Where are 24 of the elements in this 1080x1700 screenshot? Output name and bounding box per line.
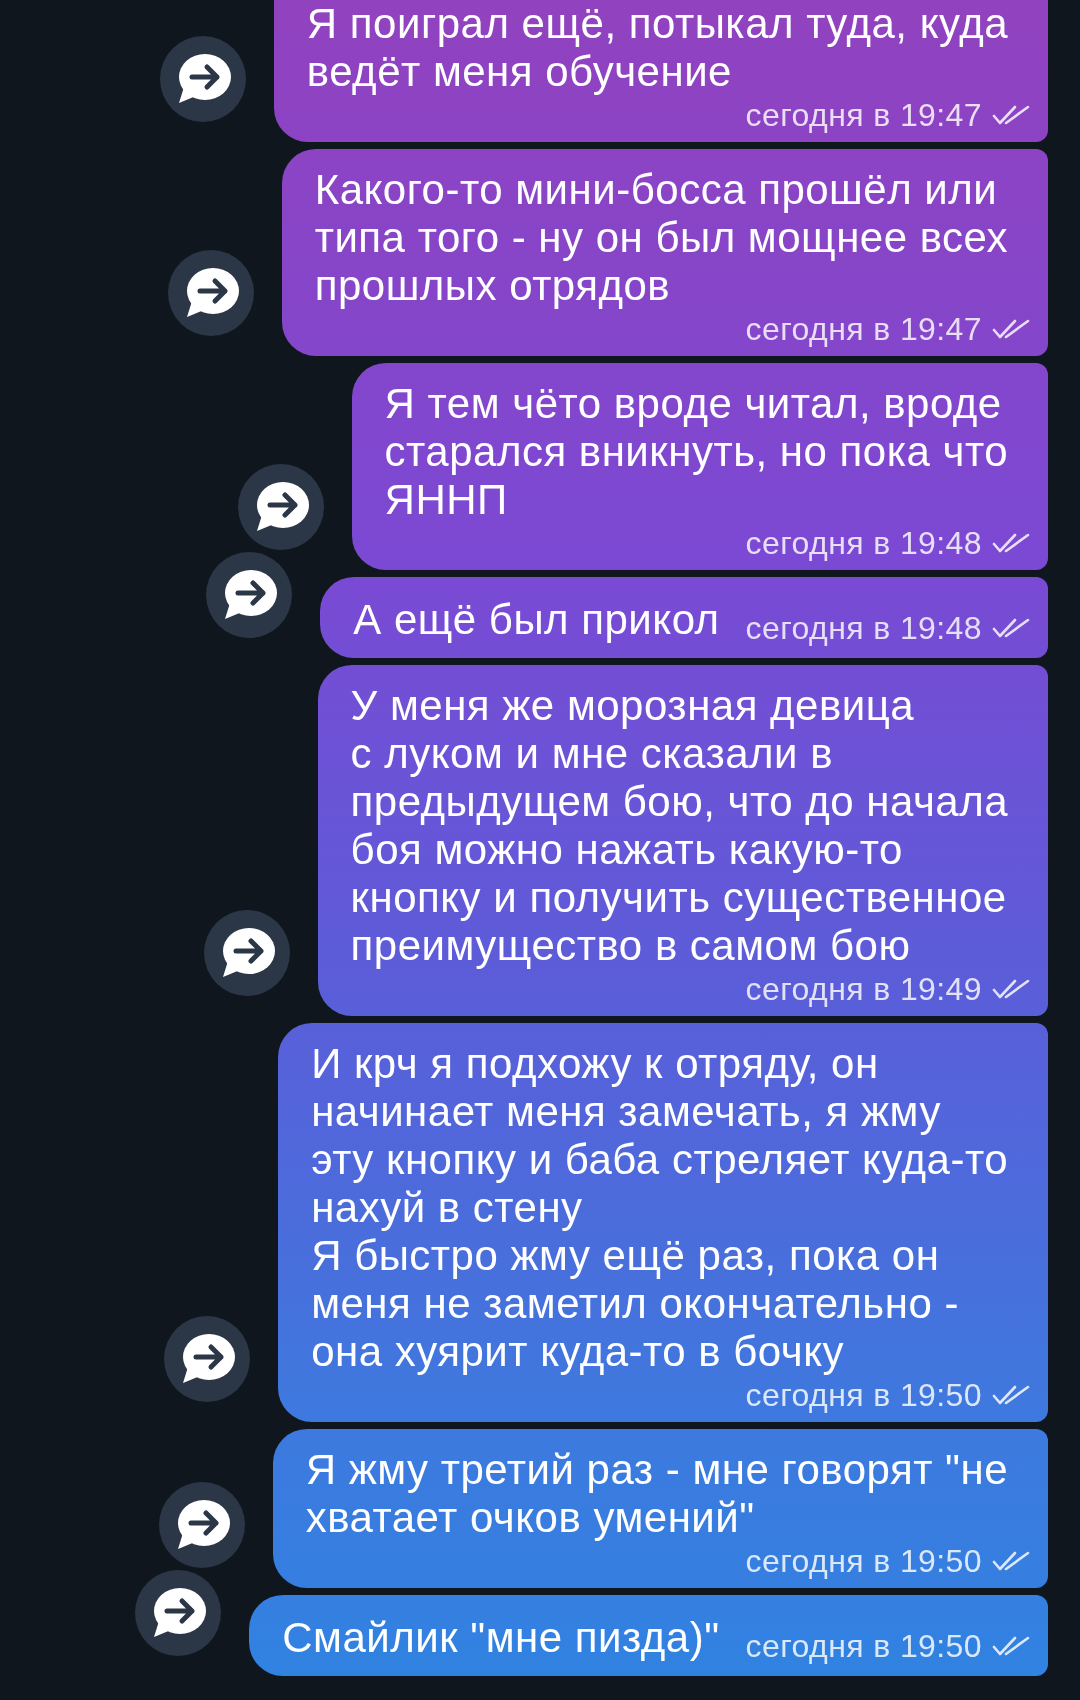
message-text: И крч я подхожу к отряду, он начинает меня замечать, я жму эту кнопку и баба стреляет куда-то нахуй в стену Я быстро жму ещё раз, пока он меня не заметил окончательно - она хуярит куда-то в бочку — [311, 1040, 1008, 1376]
speech-bubble-arrow-icon — [181, 1334, 236, 1384]
message-time: сегодня в 19:47 — [745, 98, 982, 132]
message-text: Я поиграл ещё, потыкал туда, куда ведёт меня обучение — [306, 0, 1008, 96]
message-time: сегодня в 19:48 — [745, 611, 982, 645]
message-time: сегодня в 19:50 — [745, 1629, 982, 1663]
speech-bubble-arrow-icon — [175, 1500, 230, 1550]
message-time: сегодня в 19:49 — [745, 972, 982, 1006]
speech-bubble-arrow-icon — [223, 570, 278, 620]
message-text: Какого-то мини-босса прошёл или типа того - ну он был мощнее всех прошлых отрядов — [314, 166, 1008, 310]
message-time: сегодня в 19:50 — [745, 1544, 982, 1578]
message-text: Я жму третий раз - мне говорят "не хватает очков умений" — [305, 1446, 1008, 1542]
speech-bubble-arrow-icon — [176, 54, 231, 104]
message-text: Смайлик "мне пизда)" — [282, 1614, 720, 1662]
message-text: У меня же морозная девица с луком и мне сказали в предыдущем бою, что до начала боя можно нажать какую-то кнопку и получить существенное преимущество в самом бою — [350, 682, 1008, 970]
message-time: сегодня в 19:47 — [745, 312, 982, 346]
speech-bubble-arrow-icon — [254, 482, 309, 532]
speech-bubble-arrow-icon — [152, 1588, 207, 1638]
speech-bubble-arrow-icon — [220, 928, 275, 978]
message-text: Я тем чёто вроде читал, вроде старался вникнуть, но пока что ЯННП — [384, 380, 1008, 524]
message-time: сегодня в 19:50 — [745, 1378, 982, 1412]
message-text: А ещё был прикол — [353, 596, 720, 644]
speech-bubble-arrow-icon — [184, 268, 239, 318]
message-time: сегодня в 19:48 — [745, 526, 982, 560]
